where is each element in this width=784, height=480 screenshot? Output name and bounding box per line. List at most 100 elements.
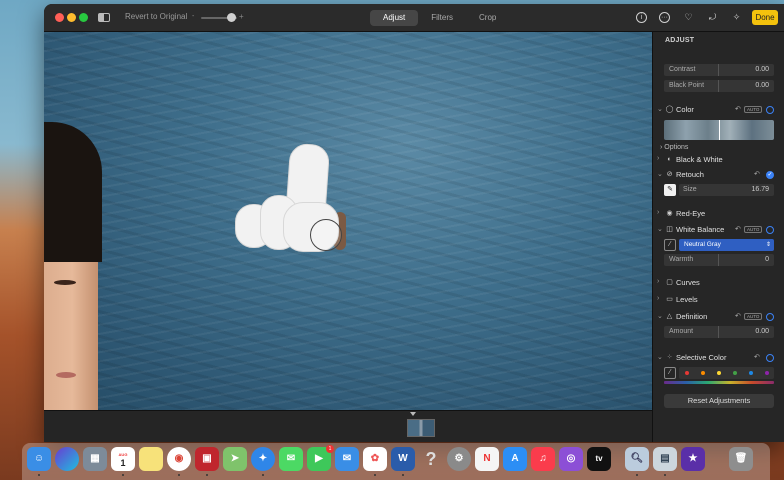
section-black-white[interactable]: › ◐ Black & White [653, 153, 784, 167]
size-slider[interactable]: Size 16.79 [679, 184, 774, 196]
contrast-slider[interactable]: Contrast 0.00 [664, 64, 774, 76]
minimize-button[interactable] [67, 13, 76, 22]
info-icon[interactable]: i [636, 12, 647, 23]
reset-adjustments-button[interactable]: Reset Adjustments [664, 394, 774, 408]
white-balance-label: White Balance [676, 225, 725, 234]
swatch-blue[interactable] [749, 371, 753, 375]
launchpad-icon[interactable]: ▦ [83, 447, 107, 471]
warmth-slider[interactable]: Warmth 0 [664, 254, 774, 266]
safari-icon[interactable]: ✦ [251, 447, 275, 471]
close-button[interactable] [55, 13, 64, 22]
split-view-icon[interactable] [98, 13, 110, 22]
finder-icon[interactable]: ☺ [27, 447, 51, 471]
magic-wand-icon[interactable]: ✧ [731, 12, 742, 23]
word-icon[interactable]: W [391, 447, 415, 471]
auto-button[interactable]: AUTO [744, 313, 763, 320]
current-thumb-marker [410, 412, 416, 416]
app-store-icon[interactable]: A [503, 447, 527, 471]
undo-icon[interactable]: ↶ [735, 312, 741, 320]
section-curves[interactable]: › ▢ Curves [653, 276, 784, 290]
undo-icon[interactable]: ↶ [754, 353, 760, 361]
chevron-down-icon[interactable]: ⌄ [657, 353, 663, 361]
white-balance-select[interactable]: Neutral Gray ⇕ [679, 239, 774, 251]
photo-thumbnail[interactable] [407, 419, 435, 437]
music-icon[interactable]: ♫ [531, 447, 555, 471]
swatch-purple[interactable] [765, 371, 769, 375]
swatch-green[interactable] [733, 371, 737, 375]
news-icon[interactable]: N [475, 447, 499, 471]
help-icon[interactable]: ? [419, 447, 443, 471]
maximize-button[interactable] [79, 13, 88, 22]
siri-icon[interactable] [55, 447, 79, 471]
swatch-orange[interactable] [701, 371, 705, 375]
heart-icon[interactable]: ♡ [683, 12, 694, 23]
toggle-circle-icon[interactable] [766, 313, 774, 321]
rotate-icon[interactable]: ⤾ [707, 12, 718, 23]
color-circle-icon: ◯ [665, 106, 674, 113]
section-selective-color[interactable]: ⌄ ⁘ Selective Color ↶ [653, 351, 784, 365]
options-toggle[interactable]: › Options [660, 144, 688, 151]
messages-icon[interactable]: ✉ [279, 447, 303, 471]
running-indicator [664, 474, 666, 476]
brush-icon[interactable]: ✎ [664, 184, 676, 196]
toggle-circle-icon[interactable] [766, 354, 774, 362]
mail-icon[interactable]: ✉ [335, 447, 359, 471]
section-color[interactable]: ⌄ ◯ Color ↶ AUTO [653, 103, 784, 117]
photo-canvas[interactable] [44, 32, 652, 410]
undo-icon[interactable]: ↶ [735, 225, 741, 233]
photos-icon[interactable]: ✿ [363, 447, 387, 471]
undo-icon[interactable]: ↶ [735, 105, 741, 113]
tab-filters[interactable]: Filters [418, 10, 466, 26]
chevron-down-icon[interactable]: ⌄ [657, 105, 663, 113]
hue-bar[interactable] [664, 381, 774, 384]
auto-button[interactable]: AUTO [744, 106, 763, 113]
bw-label: Black & White [676, 155, 723, 164]
color-preview-strip[interactable] [664, 120, 774, 140]
toggle-circle-icon[interactable] [766, 106, 774, 114]
definition-icon: △ [666, 313, 673, 320]
zoom-in-icon[interactable]: + [239, 12, 244, 21]
done-button[interactable]: Done [752, 10, 778, 25]
swatch-red[interactable] [685, 371, 689, 375]
amount-slider[interactable]: Amount 0.00 [664, 326, 774, 338]
calendar-icon[interactable]: AUG 1 [111, 447, 135, 471]
tv-icon[interactable]: tv [587, 447, 611, 471]
podcasts-icon[interactable]: ◎ [559, 447, 583, 471]
toggle-circle-icon[interactable] [766, 226, 774, 234]
chrome-icon[interactable]: ◉ [167, 447, 191, 471]
tab-adjust[interactable]: Adjust [370, 10, 419, 26]
section-white-balance[interactable]: ⌄ ◫ White Balance ↶ AUTO [653, 223, 784, 237]
revert-to-original-button[interactable]: Revert to Original [125, 12, 187, 21]
section-levels[interactable]: › ▭ Levels [653, 293, 784, 307]
section-red-eye[interactable]: › ◉ Red-Eye [653, 207, 784, 221]
zoom-slider-knob[interactable] [227, 13, 236, 22]
slider-tick [718, 326, 719, 338]
notes-icon[interactable] [139, 447, 163, 471]
chevron-right-icon[interactable]: › [657, 209, 659, 216]
imovie-icon[interactable]: ★ [681, 447, 705, 471]
black-point-slider[interactable]: Black Point 0.00 [664, 80, 774, 92]
zoom-out-icon[interactable]: - [192, 13, 194, 20]
chevron-down-icon[interactable]: ⌄ [657, 225, 663, 233]
undo-icon[interactable]: ↶ [754, 170, 760, 178]
eyedropper-icon[interactable]: ⁄ [664, 239, 676, 251]
chevron-down-icon[interactable]: ⌄ [657, 170, 663, 178]
chevron-right-icon[interactable]: › [657, 278, 659, 285]
photos-2-icon[interactable]: ▤ [653, 447, 677, 471]
checkmark-icon[interactable]: ✓ [766, 171, 774, 179]
maps-icon[interactable]: ➤ [223, 447, 247, 471]
chevron-right-icon[interactable]: › [657, 295, 659, 302]
trash-icon[interactable]: 🗑︎ [729, 447, 753, 471]
eyedropper-icon[interactable]: ⁄ [664, 367, 676, 379]
preview-icon[interactable]: 🔍︎ [625, 447, 649, 471]
tab-crop[interactable]: Crop [466, 10, 509, 26]
chevron-down-icon[interactable]: ⌄ [657, 312, 663, 320]
system-preferences-icon[interactable]: ⚙ [447, 447, 471, 471]
swatch-yellow[interactable] [717, 371, 721, 375]
section-definition[interactable]: ⌄ △ Definition ↶ AUTO [653, 310, 784, 324]
section-retouch[interactable]: ⌄ ⊘ Retouch ↶ ✓ [653, 168, 784, 182]
auto-button[interactable]: AUTO [744, 226, 763, 233]
more-icon[interactable]: ··· [659, 12, 670, 23]
chevron-right-icon[interactable]: › [657, 155, 659, 162]
photo-booth-icon[interactable]: ▣ [195, 447, 219, 471]
